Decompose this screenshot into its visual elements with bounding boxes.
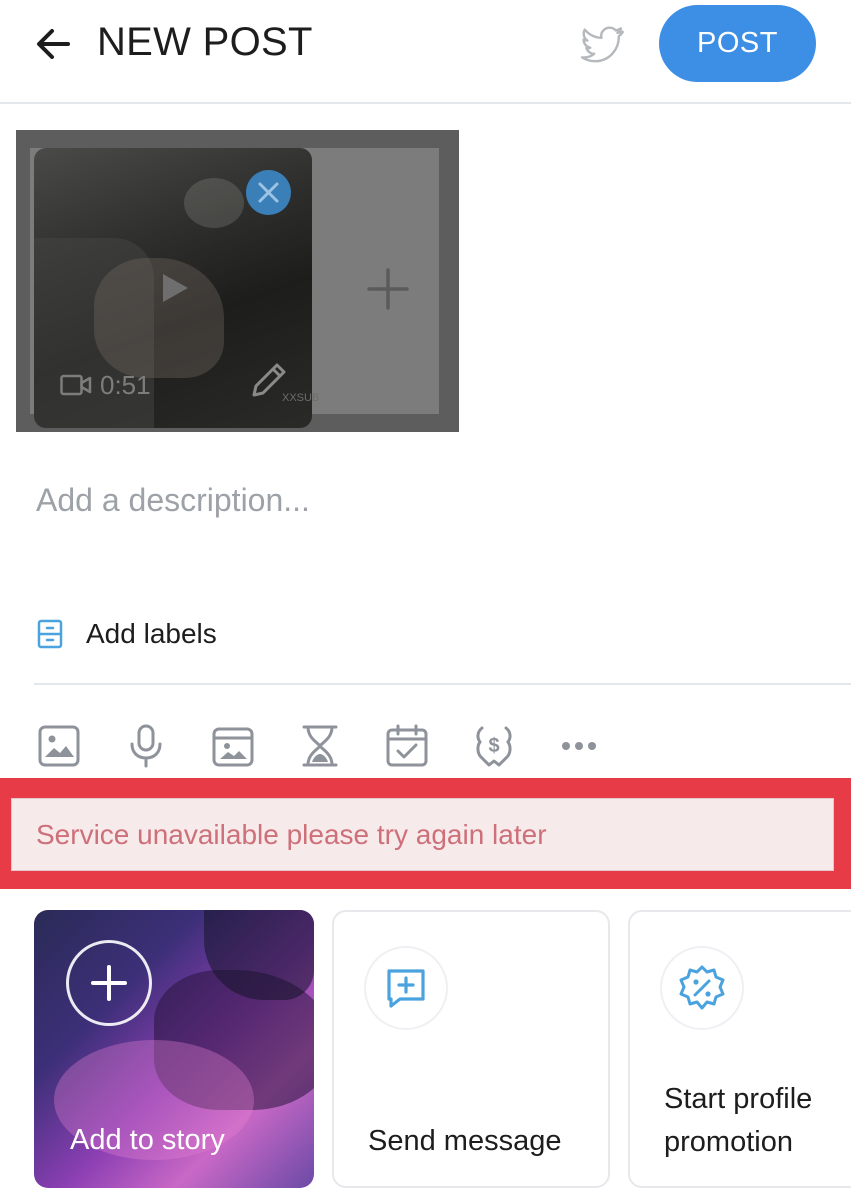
more-icon[interactable] [558, 724, 602, 768]
microphone-icon[interactable] [124, 724, 168, 768]
add-media-button[interactable] [340, 150, 440, 415]
svg-text:$: $ [488, 735, 499, 757]
back-arrow-icon[interactable] [30, 22, 78, 66]
post-button[interactable]: POST [659, 5, 816, 82]
add-labels-text: Add labels [86, 618, 217, 649]
label-drawer-icon [37, 619, 63, 649]
profile-promotion-card[interactable]: Start profile promotion [628, 910, 851, 1188]
price-tag-icon[interactable]: $ [472, 724, 516, 768]
image-icon[interactable] [37, 724, 81, 768]
calendar-check-icon[interactable] [385, 724, 429, 768]
send-message-card[interactable]: Send message [332, 910, 610, 1188]
page-title: NEW POST [97, 20, 313, 64]
error-banner: Service unavailable please try again lat… [11, 798, 834, 871]
video-camera-icon [60, 374, 92, 396]
divider [34, 683, 851, 685]
error-message: Service unavailable please try again lat… [36, 818, 547, 850]
message-plus-icon [364, 946, 448, 1030]
add-labels-button[interactable]: Add labels [36, 612, 217, 656]
twitter-icon[interactable] [576, 20, 628, 68]
discount-badge-icon [660, 946, 744, 1030]
thumbnail-highlight [94, 258, 224, 378]
promotion-label-line2: promotion [664, 1126, 793, 1158]
video-duration: 0:51 [60, 368, 151, 402]
watermark-text: XXSUB [282, 392, 320, 404]
add-to-story-card[interactable]: Add to story [34, 910, 314, 1188]
story-label: Add to story [70, 1124, 225, 1156]
hourglass-icon[interactable] [298, 724, 342, 768]
header-bar: NEW POST POST [0, 0, 851, 104]
play-icon[interactable] [160, 272, 190, 309]
promotion-label-line1: Start profile [664, 1083, 813, 1115]
duration-text: 0:51 [100, 369, 151, 400]
remove-media-icon[interactable] [246, 170, 291, 215]
send-message-label: Send message [368, 1125, 562, 1157]
plus-icon [66, 940, 152, 1026]
gallery-vault-icon[interactable] [211, 724, 255, 768]
thumbnail-light [184, 178, 244, 228]
description-input[interactable] [36, 470, 816, 530]
